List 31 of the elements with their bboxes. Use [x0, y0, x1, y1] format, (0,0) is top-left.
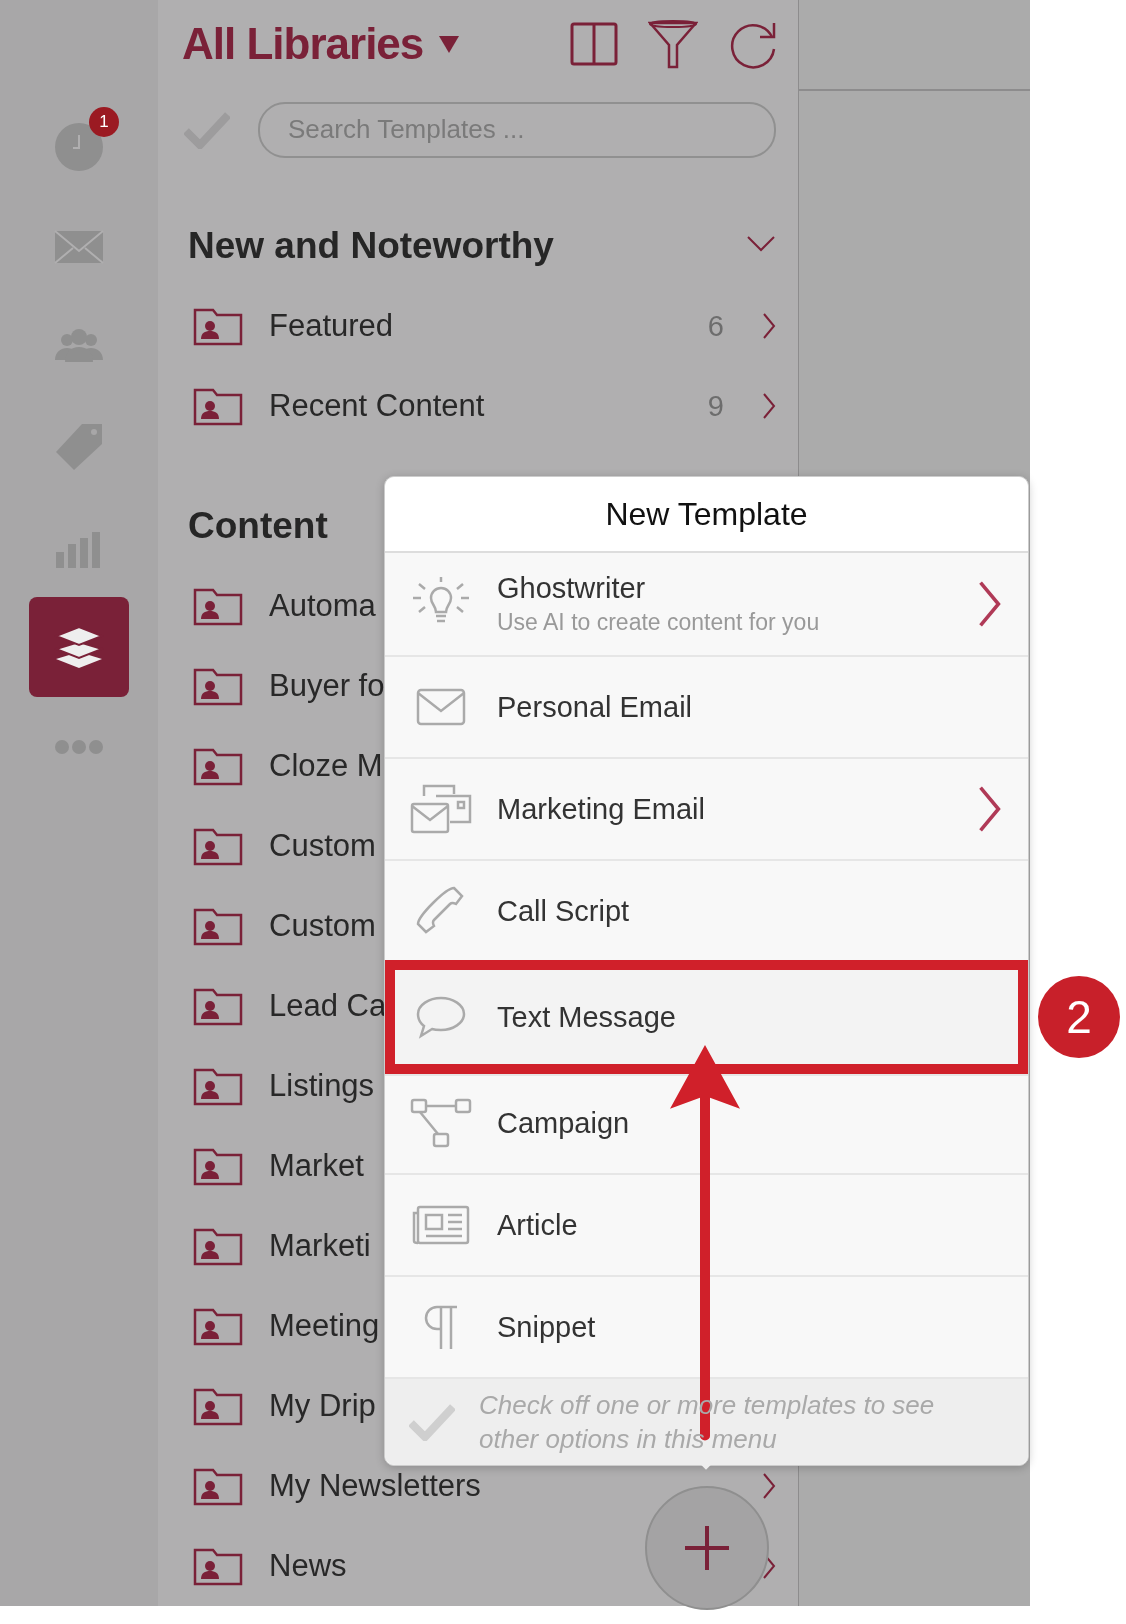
- folder-name: Marketi: [269, 1228, 371, 1264]
- menu-title: New Template: [385, 477, 1028, 553]
- item-count: 9: [707, 389, 724, 423]
- folder-name: Custom: [269, 828, 376, 864]
- folder-name: Meeting: [269, 1308, 380, 1344]
- section-heading: Content: [188, 505, 328, 547]
- notification-badge: 1: [89, 107, 119, 137]
- folder-name: My Newsletters: [269, 1468, 481, 1504]
- menu-item-label: Marketing Email: [497, 792, 706, 826]
- menu-item-label: Ghostwriter: [497, 572, 647, 605]
- folder-name: Custom: [269, 908, 376, 944]
- folder-name: Cloze M: [269, 748, 383, 784]
- folder-name: Automa: [269, 588, 376, 624]
- menu-item-label: Snippet: [497, 1310, 597, 1344]
- menu-item-subtitle: Use AI to create content for you: [497, 609, 821, 636]
- step-badge: 2: [1038, 976, 1120, 1058]
- folder-name: Listings: [269, 1068, 375, 1104]
- folder-name: News: [269, 1548, 347, 1584]
- folder-name: Lead Ca: [269, 988, 387, 1024]
- menu-item-label: Personal Email: [497, 690, 694, 724]
- menu-item-label: Call Script: [497, 894, 631, 928]
- item-count: 6: [707, 309, 724, 343]
- folder-name: My Drip: [269, 1388, 376, 1424]
- folder-name: Recent Content: [269, 388, 485, 424]
- menu-item-label: Text Message: [497, 1000, 677, 1034]
- menu-item-label: Article: [497, 1208, 579, 1242]
- folder-name: Buyer fo: [269, 668, 385, 704]
- folder-name: Market: [269, 1148, 364, 1184]
- menu-item-label: Campaign: [497, 1106, 631, 1140]
- folder-name: Featured: [269, 308, 394, 344]
- section-heading: New and Noteworthy: [188, 225, 554, 267]
